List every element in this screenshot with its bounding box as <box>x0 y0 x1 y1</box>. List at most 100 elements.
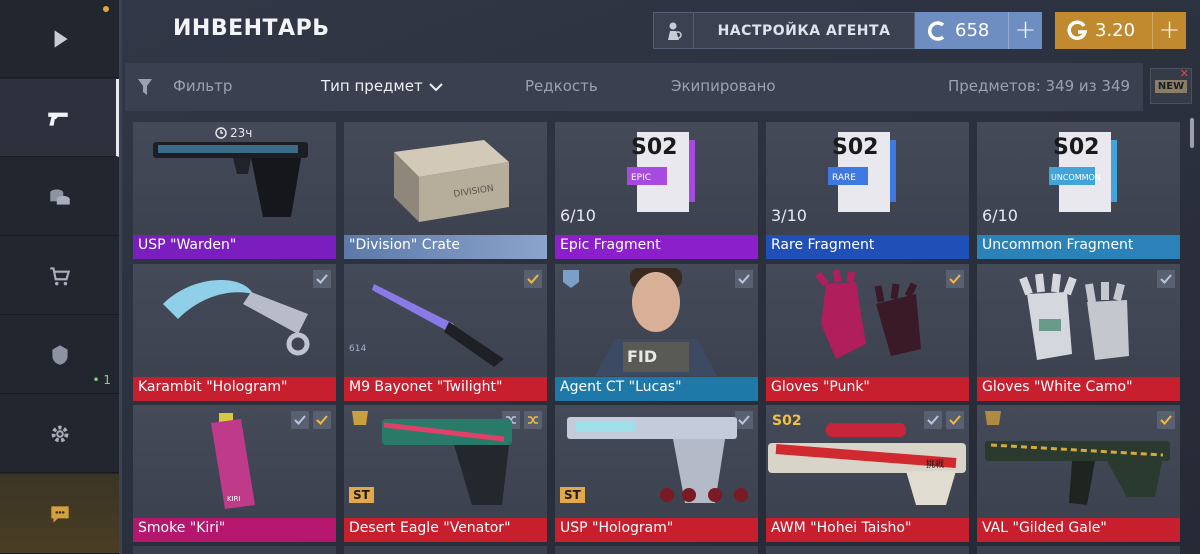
item-name: USP "Hologram" <box>555 518 758 542</box>
svg-text:挑戦: 挑戦 <box>926 458 944 470</box>
svg-text:S02: S02 <box>832 135 878 160</box>
agent-settings-button[interactable]: НАСТРОЙКА АГЕНТА <box>653 12 915 49</box>
item-card[interactable]: 614 M9 Bayonet "Twilight" <box>344 264 547 401</box>
val-rifle-image <box>985 411 1170 505</box>
close-icon: ✕ <box>1179 67 1189 80</box>
clan-count-badge: • 1 <box>92 373 111 387</box>
item-card[interactable]: 挑戦 S02 AWM "Hohei Taisho" <box>766 405 969 542</box>
item-card-partial[interactable] <box>133 546 336 554</box>
sidebar: • 1 <box>0 0 122 554</box>
smoke-grenade-image: KIRI <box>211 413 255 509</box>
stattrak-badge: ST <box>560 487 585 503</box>
scrollbar[interactable] <box>1190 118 1194 148</box>
add-gold-button[interactable]: + <box>1152 12 1186 49</box>
item-name: AWM "Hohei Taisho" <box>766 518 969 542</box>
crate-image: DIVISION <box>394 140 509 222</box>
item-card[interactable]: 23ч USP "Warden" <box>133 122 336 259</box>
desert-eagle-image <box>352 411 512 505</box>
item-card[interactable]: S02 RARE 3/10 Rare Fragment <box>766 122 969 259</box>
sidebar-clan[interactable]: • 1 <box>0 316 119 394</box>
usp-hologram-image <box>567 417 748 503</box>
item-card[interactable]: ST USP "Hologram" <box>555 405 758 542</box>
item-card-partial[interactable] <box>766 546 969 554</box>
item-card[interactable]: S02 UNCOMMON 6/10 Uncommon Fragment <box>977 122 1180 259</box>
svg-text:EPIC: EPIC <box>631 173 651 183</box>
item-name: Gloves "White Camo" <box>977 377 1180 401</box>
sidebar-settings[interactable] <box>0 395 119 473</box>
new-label: NEW <box>1154 79 1188 93</box>
gloves-white-camo-image <box>1019 273 1129 360</box>
rarity-filter[interactable]: Редкость <box>525 77 598 95</box>
m9-bayonet-image <box>372 284 504 367</box>
item-card[interactable]: S02 EPIC 6/10 Epic Fragment <box>555 122 758 259</box>
c-coin-icon <box>927 20 945 41</box>
stattrak-badge: ST <box>349 487 374 503</box>
item-card[interactable]: Gloves "Punk" <box>766 264 969 401</box>
item-name: Desert Eagle "Venator" <box>344 518 547 542</box>
svg-text:KIRI: KIRI <box>227 495 241 503</box>
item-card[interactable]: Karambit "Hologram" <box>133 264 336 401</box>
filter-icon[interactable] <box>137 77 153 97</box>
sidebar-shop[interactable] <box>0 158 119 236</box>
gold-balance: 3.20 + <box>1055 12 1186 49</box>
item-card[interactable]: Gloves "White Camo" <box>977 264 1180 401</box>
item-name: Rare Fragment <box>766 235 969 259</box>
svg-text:UNCOMMON: UNCOMMON <box>1051 173 1101 182</box>
item-name: Uncommon Fragment <box>977 235 1180 259</box>
item-name: M9 Bayonet "Twilight" <box>344 377 547 401</box>
item-card[interactable]: VAL "Gilded Gale" <box>977 405 1180 542</box>
item-card-partial[interactable] <box>555 546 758 554</box>
credits-balance: 658 + <box>915 12 1042 49</box>
gold-value: 3.20 <box>1095 20 1136 41</box>
agent-settings-label: НАСТРОЙКА АГЕНТА <box>717 22 891 39</box>
agent-lucas-image: FID <box>563 268 717 376</box>
season-badge: S02 <box>772 413 802 429</box>
clan-icon <box>51 344 68 365</box>
item-card[interactable]: DIVISION "Division" Crate <box>344 122 547 259</box>
fragment-count: 6/10 <box>982 206 1018 225</box>
karambit-image <box>163 280 310 356</box>
new-items-button[interactable]: NEW ✕ <box>1150 67 1192 104</box>
item-name: Agent CT "Lucas" <box>555 377 758 401</box>
fragment-count: 3/10 <box>771 206 807 225</box>
svg-text:RARE: RARE <box>832 173 856 183</box>
svg-text:S02: S02 <box>1053 135 1099 160</box>
fragment-count: 6/10 <box>560 206 596 225</box>
filter-button[interactable]: Фильтр <box>173 77 232 95</box>
pistol-icon <box>48 112 68 126</box>
item-name: VAL "Gilded Gale" <box>977 518 1180 542</box>
g-coin-icon <box>1067 20 1088 40</box>
sidebar-chat[interactable] <box>0 474 119 554</box>
item-name: Gloves "Punk" <box>766 377 969 401</box>
item-card[interactable]: KIRI Smoke "Kiri" <box>133 405 336 542</box>
inventory-screen: • 1 ИНВЕНТАРЬ НАСТРОЙКА АГЕНТА 658 + 3.2… <box>0 0 1200 554</box>
gloves-punk-image <box>815 269 921 359</box>
gear-icon <box>51 425 68 442</box>
notification-dot <box>103 6 109 12</box>
item-name: Smoke "Kiri" <box>133 518 336 542</box>
stattrak-counter: 614 <box>349 344 367 354</box>
sidebar-inventory[interactable] <box>0 79 119 157</box>
header: ИНВЕНТАРЬ НАСТРОЙКА АГЕНТА 658 + 3.20 + <box>125 0 1200 60</box>
add-credits-button[interactable]: + <box>1008 12 1042 49</box>
item-name: Epic Fragment <box>555 235 758 259</box>
item-card-partial[interactable] <box>344 546 547 554</box>
item-type-dropdown[interactable]: Тип предмет <box>321 77 423 95</box>
item-card[interactable]: FID Agent CT "Lucas" <box>555 264 758 401</box>
item-card[interactable]: ST Desert Eagle "Venator" <box>344 405 547 542</box>
item-name: Karambit "Hologram" <box>133 377 336 401</box>
filter-bar: Фильтр Тип предмет Редкость Экипировано … <box>125 63 1143 111</box>
sidebar-market[interactable] <box>0 237 119 315</box>
chevron-down-icon[interactable] <box>429 83 443 92</box>
usp-pistol-image <box>153 142 308 217</box>
chat-icon <box>50 505 69 523</box>
item-card-partial[interactable] <box>977 546 1180 554</box>
sidebar-play[interactable] <box>0 0 119 78</box>
agent-icon <box>654 13 694 48</box>
page-title: ИНВЕНТАРЬ <box>173 16 330 41</box>
play-icon <box>54 29 68 48</box>
credits-value: 658 <box>955 20 990 41</box>
item-name: "Division" Crate <box>344 235 547 259</box>
cart-icon <box>49 266 70 285</box>
equipped-filter[interactable]: Экипировано <box>671 77 776 95</box>
